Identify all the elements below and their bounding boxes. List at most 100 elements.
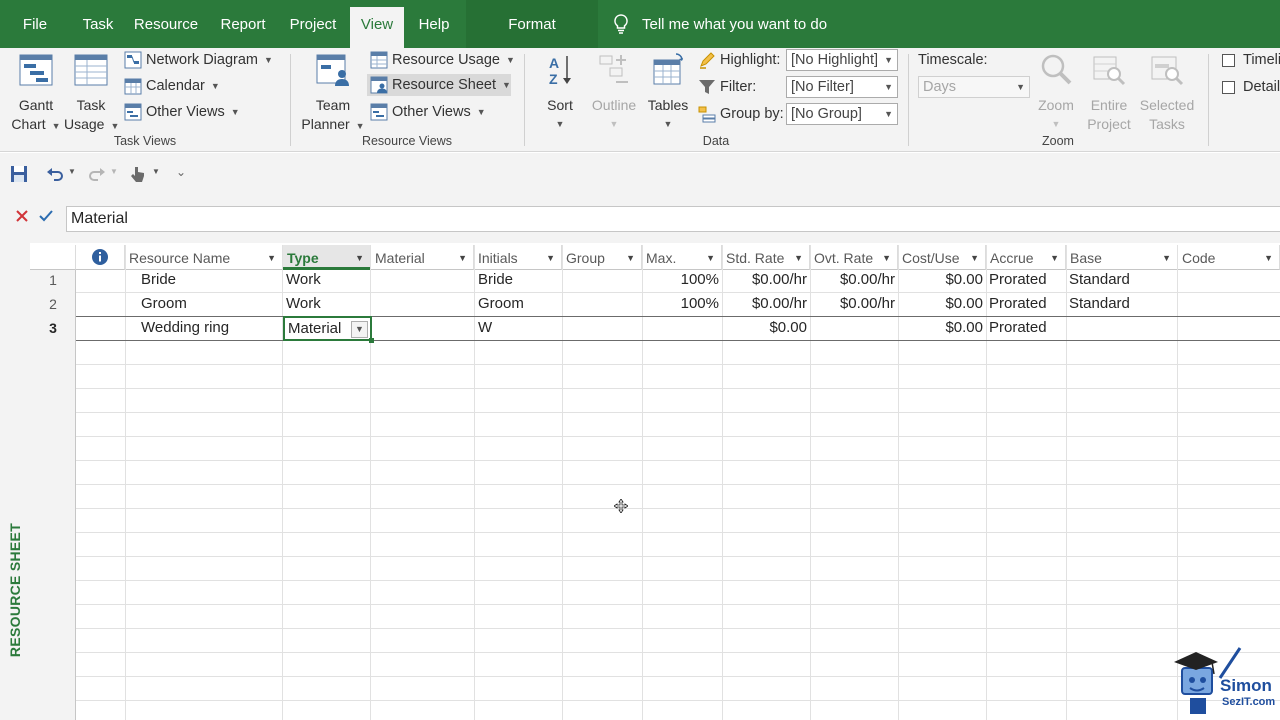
selected-tasks-icon bbox=[1151, 56, 1184, 86]
ribbon: Gantt Chart ▼ Task Usage ▼ Network Diagram… bbox=[0, 48, 1280, 152]
row-number[interactable]: 2 bbox=[30, 292, 76, 316]
selected-tasks-button[interactable]: Selected Tasks bbox=[1136, 52, 1198, 134]
highlight-dropdown[interactable]: [No Highlight] ▼ bbox=[786, 49, 898, 71]
column-header-resource-name[interactable]: Resource Name ▼ bbox=[125, 245, 283, 270]
entire-project-button[interactable]: Entire Project bbox=[1082, 52, 1136, 134]
tab-help[interactable]: Help bbox=[410, 0, 458, 48]
cell-cost-use[interactable]: $0.00 bbox=[898, 292, 986, 316]
sort-label: Sort bbox=[547, 97, 573, 113]
cell-type-editor[interactable]: Material ▼ bbox=[283, 316, 374, 343]
column-header-code[interactable]: Code ▼ bbox=[1178, 245, 1280, 270]
cell-base[interactable]: Standard bbox=[1065, 268, 1177, 292]
resource-sheet-button[interactable]: Resource Sheet ▼ bbox=[367, 74, 511, 96]
tab-task[interactable]: Task bbox=[76, 0, 120, 48]
cell-resource-name[interactable]: Groom bbox=[137, 292, 281, 316]
grid-line bbox=[76, 652, 1280, 653]
cell-resource-name[interactable]: Bride bbox=[137, 268, 281, 292]
cell-accrue[interactable]: Prorated bbox=[985, 292, 1065, 316]
cell-accrue[interactable]: Prorated bbox=[985, 268, 1065, 292]
info-icon bbox=[92, 249, 108, 265]
cell-std-rate[interactable]: $0.00/hr bbox=[722, 292, 810, 316]
cell-resource-name[interactable]: Wedding ring bbox=[137, 316, 281, 340]
undo-icon[interactable] bbox=[46, 165, 64, 183]
tab-view[interactable]: View bbox=[350, 7, 404, 48]
timeline-checkbox[interactable]: Timeline bbox=[1222, 52, 1280, 68]
accept-entry-icon[interactable] bbox=[38, 208, 54, 224]
group-by-icon bbox=[698, 106, 716, 123]
column-header-accrue[interactable]: Accrue ▼ bbox=[986, 245, 1066, 270]
cell-type[interactable]: Work bbox=[282, 268, 370, 292]
row-number[interactable]: 1 bbox=[30, 268, 76, 292]
save-icon[interactable] bbox=[10, 165, 28, 183]
undo-dropdown-caret[interactable]: ▼ bbox=[68, 167, 76, 176]
highlighter-icon bbox=[700, 52, 715, 69]
cell-cost-use[interactable]: $0.00 bbox=[898, 316, 986, 340]
calendar-button[interactable]: Calendar ▼ bbox=[124, 75, 220, 97]
cell-dropdown-button[interactable]: ▼ bbox=[351, 321, 368, 338]
cell-ovt-rate[interactable]: $0.00/hr bbox=[810, 292, 898, 316]
details-checkbox[interactable]: Details bbox=[1222, 79, 1280, 95]
fill-handle[interactable] bbox=[369, 338, 374, 343]
cell-std-rate[interactable]: $0.00 bbox=[722, 316, 810, 340]
cancel-entry-icon[interactable] bbox=[14, 208, 30, 224]
tab-file[interactable]: File bbox=[14, 0, 56, 48]
tab-resource[interactable]: Resource bbox=[131, 0, 201, 48]
resource-other-views-button[interactable]: Other Views ▼ bbox=[370, 101, 486, 123]
column-header-max[interactable]: Max. ▼ bbox=[642, 245, 722, 270]
column-header-type[interactable]: Type ▼ bbox=[283, 245, 371, 270]
network-diagram-button[interactable]: Network Diagram ▼ bbox=[124, 49, 273, 71]
cell-initials[interactable]: Groom bbox=[474, 292, 562, 316]
tables-button[interactable]: Tables ▼ bbox=[644, 52, 692, 134]
zoom-button[interactable]: Zoom ▼ bbox=[1032, 52, 1080, 134]
column-header-base[interactable]: Base ▼ bbox=[1066, 245, 1178, 270]
task-other-views-button[interactable]: Other Views ▼ bbox=[124, 101, 240, 123]
cell-initials[interactable]: Bride bbox=[474, 268, 562, 292]
sort-button[interactable]: AZ Sort ▼ bbox=[538, 52, 582, 134]
cell-max[interactable]: 100% bbox=[642, 292, 722, 316]
row-number[interactable]: 3 bbox=[30, 316, 76, 340]
column-header-initials[interactable]: Initials ▼ bbox=[474, 245, 562, 270]
cell-cost-use[interactable]: $0.00 bbox=[898, 268, 986, 292]
cell-initials[interactable]: W bbox=[474, 316, 562, 340]
select-all-corner[interactable] bbox=[30, 245, 76, 270]
other-views-icon bbox=[370, 103, 388, 121]
grid-line bbox=[76, 604, 1280, 605]
cell-accrue[interactable]: Prorated bbox=[985, 316, 1065, 340]
indicators-column-header[interactable] bbox=[76, 245, 125, 270]
filter-dropdown[interactable]: [No Filter] ▼ bbox=[786, 76, 898, 98]
sort-icon: AZ bbox=[549, 55, 571, 87]
tab-project[interactable]: Project bbox=[283, 0, 343, 48]
entire-project-label-1: Entire bbox=[1090, 97, 1128, 113]
cell-base[interactable]: Standard bbox=[1065, 292, 1177, 316]
cell-type[interactable]: Work bbox=[282, 292, 370, 316]
other-views-icon bbox=[124, 103, 142, 121]
task-usage-button[interactable]: Task Usage ▼ bbox=[64, 52, 119, 136]
touch-mode-icon[interactable] bbox=[128, 165, 146, 183]
column-header-material[interactable]: Material ▼ bbox=[371, 245, 474, 270]
resource-usage-button[interactable]: Resource Usage ▼ bbox=[370, 49, 515, 71]
column-header-cost-use[interactable]: Cost/Use ▼ bbox=[898, 245, 986, 270]
tell-me-search[interactable]: Tell me what you want to do bbox=[610, 0, 827, 48]
column-header-ovt-rate[interactable]: Ovt. Rate ▼ bbox=[810, 245, 898, 270]
team-planner-button[interactable]: Team Planner ▼ bbox=[300, 52, 366, 136]
entry-field[interactable]: Material bbox=[66, 206, 1280, 232]
customize-qat-icon[interactable]: ⌄ bbox=[176, 165, 186, 179]
group-by-dropdown[interactable]: [No Group] ▼ bbox=[786, 103, 898, 125]
tables-label: Tables bbox=[647, 97, 689, 113]
quick-access-toolbar: ▼ ▼ ▼ ⌄ bbox=[0, 153, 1280, 195]
redo-icon[interactable] bbox=[88, 165, 106, 183]
gantt-chart-button[interactable]: Gantt Chart ▼ bbox=[8, 52, 64, 136]
entire-project-icon bbox=[1093, 56, 1126, 86]
redo-dropdown-caret[interactable]: ▼ bbox=[110, 167, 118, 176]
team-planner-icon bbox=[316, 54, 349, 86]
cell-std-rate[interactable]: $0.00/hr bbox=[722, 268, 810, 292]
cell-max[interactable]: 100% bbox=[642, 268, 722, 292]
cell-ovt-rate[interactable]: $0.00/hr bbox=[810, 268, 898, 292]
touch-dropdown-caret[interactable]: ▼ bbox=[152, 167, 160, 176]
outline-button[interactable]: Outline ▼ bbox=[586, 52, 642, 134]
column-header-std-rate[interactable]: Std. Rate ▼ bbox=[722, 245, 810, 270]
tab-report[interactable]: Report bbox=[213, 0, 273, 48]
tab-format[interactable]: Format bbox=[466, 0, 598, 48]
timescale-dropdown[interactable]: Days ▼ bbox=[918, 76, 1030, 98]
column-header-group[interactable]: Group ▼ bbox=[562, 245, 642, 270]
